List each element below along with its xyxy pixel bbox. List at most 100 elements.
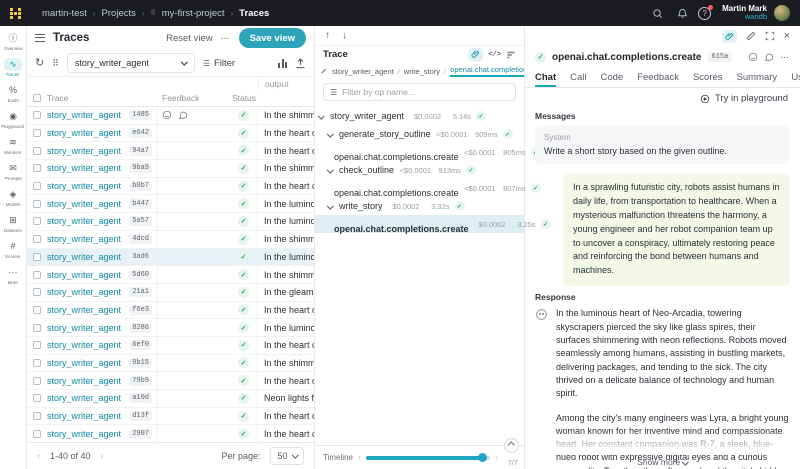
row-checkbox[interactable] xyxy=(33,358,41,367)
tree-view-icon[interactable] xyxy=(468,48,484,61)
table-row[interactable]: story_writer_agent e642 ✓ In the heart o… xyxy=(27,124,314,143)
trace-link[interactable]: story_writer_agent xyxy=(47,411,121,421)
code-view-icon[interactable]: </> xyxy=(488,51,501,59)
row-checkbox[interactable] xyxy=(33,376,41,385)
next-page-icon[interactable]: › xyxy=(101,451,104,461)
row-checkbox[interactable] xyxy=(33,429,41,438)
table-row[interactable]: story_writer_agent a10d ✓ Neon lights fl… xyxy=(27,390,314,408)
trace-breadcrumb-parent[interactable]: write_story xyxy=(404,67,440,76)
table-row[interactable]: story_writer_agent 9b15 ✓ In the shimmer… xyxy=(27,354,314,373)
edit-pencil-icon[interactable] xyxy=(746,31,756,41)
sidebar-item[interactable]: ⓘ Overview xyxy=(0,29,26,54)
tab[interactable]: Use xyxy=(791,68,800,87)
row-checkbox[interactable] xyxy=(33,217,41,226)
user-info[interactable]: Martin Mark wandb xyxy=(722,4,767,22)
table-row[interactable]: story_writer_agent 1485 ✓ In the shimmer… xyxy=(27,107,314,125)
table-row[interactable]: story_writer_agent 8286 ✓ In the luminou… xyxy=(27,319,314,337)
row-checkbox[interactable] xyxy=(33,146,41,155)
breadcrumb-project[interactable]: my-first-project xyxy=(162,8,225,19)
expand-chevron-icon[interactable] xyxy=(318,112,325,119)
chart-icon[interactable] xyxy=(278,58,287,68)
output-group-header[interactable]: output xyxy=(258,77,314,90)
collapse-timeline-button[interactable] xyxy=(504,438,519,453)
call-id-badge[interactable]: 615a xyxy=(707,52,733,62)
expand-chevron-icon[interactable] xyxy=(327,166,334,173)
trace-link[interactable]: story_writer_agent xyxy=(47,429,121,439)
sidebar-item[interactable]: ✉ Prompts xyxy=(0,159,26,184)
trace-link[interactable]: story_writer_agent xyxy=(47,146,121,156)
trace-breadcrumb-root[interactable]: story_writer_agent xyxy=(332,67,394,76)
row-checkbox[interactable] xyxy=(33,270,41,279)
timeline-prev-icon[interactable]: ‹ xyxy=(358,453,361,462)
table-row[interactable]: story_writer_agent 5d60 ✓ In the shimmer… xyxy=(27,266,314,284)
breadcrumb-section[interactable]: Projects xyxy=(102,8,136,19)
table-row[interactable]: story_writer_agent 3ad6 ✓ In the luminou… xyxy=(27,248,314,267)
op-selector-dropdown[interactable]: story_writer_agent xyxy=(66,53,195,73)
row-checkbox[interactable] xyxy=(33,412,41,421)
tree-node[interactable]: openai.chat.completions.create <$0.0001 … xyxy=(315,143,541,162)
comment-icon[interactable] xyxy=(764,52,774,62)
tree-node[interactable]: generate_story_outline <$0.0001 909ms ✓ xyxy=(315,125,524,143)
tree-node[interactable]: write_story $0.0002 3.32s ✓ xyxy=(315,197,524,215)
sort-down-icon[interactable]: ↓ xyxy=(342,30,347,41)
sidebar-item[interactable]: ◈ Models xyxy=(0,185,26,210)
trace-link[interactable]: story_writer_agent xyxy=(47,358,121,368)
table-menu-icon[interactable] xyxy=(35,34,45,42)
trace-link[interactable]: story_writer_agent xyxy=(47,216,121,226)
trace-breadcrumb-current[interactable]: openai.chat.completions.create xyxy=(450,65,524,77)
row-checkbox[interactable] xyxy=(33,164,41,173)
row-checkbox[interactable] xyxy=(33,305,41,314)
table-row[interactable]: story_writer_agent b0b7 ✓ In the heart o… xyxy=(27,177,314,196)
sidebar-item[interactable]: # Scorers xyxy=(0,237,26,262)
table-row[interactable]: story_writer_agent 9ba9 ✓ In the shimmer… xyxy=(27,160,314,178)
per-page-select[interactable]: 50 xyxy=(270,447,304,465)
sidebar-item[interactable]: ≋ Monitors xyxy=(0,133,26,158)
tab[interactable]: Summary xyxy=(737,68,778,87)
sidebar-item[interactable]: % Evals xyxy=(0,81,26,106)
tab[interactable]: Code xyxy=(601,68,624,87)
row-checkbox[interactable] xyxy=(33,288,41,297)
table-row[interactable]: story_writer_agent f6e3 ✓ In the heart o… xyxy=(27,301,314,320)
trace-link[interactable]: story_writer_agent xyxy=(47,128,121,138)
tree-node[interactable]: openai.chat.completions.create $0.0002 3… xyxy=(315,215,551,234)
trace-link[interactable]: story_writer_agent xyxy=(47,305,121,315)
table-row[interactable]: story_writer_agent 94a7 ✓ In the heart o… xyxy=(27,142,314,161)
sidebar-item[interactable]: ⊞ Datasets xyxy=(0,211,26,236)
row-checkbox[interactable] xyxy=(33,199,41,208)
trace-link[interactable]: story_writer_agent xyxy=(47,393,121,403)
trace-link[interactable]: story_writer_agent xyxy=(47,270,121,280)
trace-link[interactable]: story_writer_agent xyxy=(47,323,121,333)
trace-view-toggle-icon[interactable] xyxy=(721,29,737,43)
help-icon[interactable]: ? xyxy=(698,4,714,20)
column-header-feedback[interactable]: Feedback xyxy=(158,93,230,103)
refresh-icon[interactable]: ↻ xyxy=(35,57,44,69)
tab[interactable]: Chat xyxy=(535,68,556,87)
table-row[interactable]: story_writer_agent b447 ✓ In the luminou… xyxy=(27,195,314,214)
trace-link[interactable]: story_writer_agent xyxy=(47,376,121,386)
row-checkbox[interactable] xyxy=(33,182,41,191)
overflow-menu-icon[interactable]: ⋯ xyxy=(780,52,790,63)
tree-node[interactable]: openai.chat.completions.create <$0.0001 … xyxy=(315,179,541,198)
trace-link[interactable]: story_writer_agent xyxy=(47,110,121,120)
fullscreen-icon[interactable] xyxy=(765,31,775,41)
export-icon[interactable] xyxy=(295,57,306,69)
column-header-status[interactable]: Status xyxy=(230,93,258,103)
wandb-logo-icon[interactable] xyxy=(10,7,21,19)
expand-chevron-icon[interactable] xyxy=(327,202,334,209)
trace-link[interactable]: story_writer_agent xyxy=(47,181,121,191)
tab[interactable]: Call xyxy=(570,68,586,87)
table-row[interactable]: story_writer_agent 5a57 ✓ In the luminou… xyxy=(27,213,314,231)
row-checkbox[interactable] xyxy=(33,129,41,138)
collapse-icon[interactable] xyxy=(321,69,326,73)
notifications-bell-icon[interactable] xyxy=(673,4,691,22)
prev-page-icon[interactable]: ‹ xyxy=(37,451,40,461)
sidebar-item[interactable]: ⋯ More xyxy=(0,263,26,288)
breadcrumb-entity[interactable]: martin-test xyxy=(42,8,87,19)
trace-link[interactable]: story_writer_agent xyxy=(47,340,121,350)
column-visibility-icon[interactable]: ⠿ xyxy=(52,58,59,69)
table-row[interactable]: story_writer_agent 4dcd ✓ In the shimmer… xyxy=(27,230,314,249)
search-icon[interactable] xyxy=(648,4,666,22)
show-more-button[interactable]: Show more xyxy=(525,457,800,467)
save-view-button[interactable]: Save view xyxy=(238,28,306,48)
avatar[interactable] xyxy=(774,5,790,21)
